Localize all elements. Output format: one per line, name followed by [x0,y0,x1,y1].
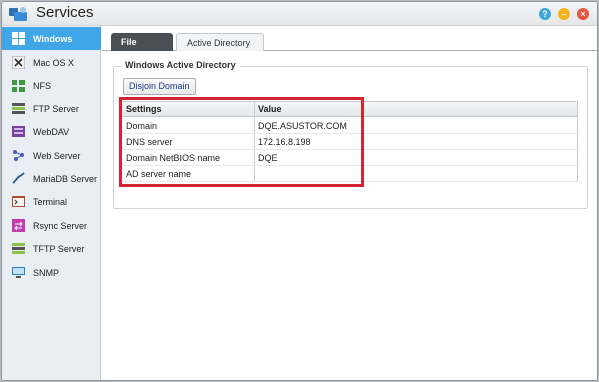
help-button[interactable]: ? [539,8,551,20]
sidebar-item-terminal[interactable]: Terminal [2,190,101,213]
minimize-button[interactable]: – [558,8,570,20]
cell-setting: Domain [126,121,158,131]
sidebar-item-label: Mac OS X [33,57,75,68]
sidebar-item-label: NFS [33,80,51,91]
windows-active-directory-group: Windows Active Directory Disjoin Domain … [113,60,588,209]
ftp-server-icon [11,102,25,116]
sidebar-item-ftp-server[interactable]: FTP Server [2,97,101,120]
sidebar-item-mariadb-server[interactable]: MariaDB Server [2,167,101,190]
cell-setting: Domain NetBIOS name [126,153,221,163]
cell-value: DQE [258,153,278,163]
column-header-settings[interactable]: Settings [126,104,162,114]
ad-settings-table: Settings Value Domain DQE.ASUSTOR.COM DN… [121,101,578,182]
sidebar-item-windows[interactable]: Windows [2,27,101,50]
close-button[interactable]: × [577,8,589,20]
sidebar-item-label: Rsync Server [33,220,88,231]
mariadb-server-icon [11,172,25,186]
sidebar-item-label: Terminal [33,196,68,207]
cell-setting: AD server name [126,169,192,179]
sidebar-item-snmp[interactable]: SNMP [2,261,101,284]
group-legend: Windows Active Directory [121,60,240,70]
sidebar-item-web-server[interactable]: Web Server [2,144,101,167]
webdav-icon [11,125,25,139]
table-row[interactable]: Domain NetBIOS name DQE [122,150,577,166]
tab-file-service[interactable]: File Service [111,33,173,65]
sidebar-item-mac-os-x[interactable]: Mac OS X [2,51,101,74]
sidebar-item-tftp-server[interactable]: TFTP Server [2,237,101,260]
sidebar-item-label: SNMP [33,267,60,278]
terminal-icon [11,195,25,209]
sidebar-item-label: Web Server [33,150,81,161]
tab-bar: File Service Active Directory [102,26,597,65]
rsync-server-icon [11,219,25,233]
cell-value: DQE.ASUSTOR.COM [258,121,347,131]
sidebar-item-label: MariaDB Server [33,173,98,184]
sidebar-item-label: TFTP Server [33,243,85,254]
sidebar-item-label: WebDAV [33,126,70,137]
cell-setting: DNS server [126,137,173,147]
sidebar-item-label: Windows [33,33,73,44]
sidebar-item-webdav[interactable]: WebDAV [2,120,101,143]
title-bar: Services ? – × [2,2,597,26]
web-server-icon [11,149,25,163]
windows-icon [11,32,25,46]
cell-value: 172.16.8.198 [258,137,311,147]
services-app-icon [8,5,30,23]
sidebar: Windows Mac OS X NFS FTP Server WebDAV W… [2,26,101,380]
nfs-icon [11,79,25,93]
table-row[interactable]: Domain DQE.ASUSTOR.COM [122,118,577,134]
sidebar-item-nfs[interactable]: NFS [2,74,101,97]
disjoin-domain-button[interactable]: Disjoin Domain [123,78,196,95]
tab-active-directory[interactable]: Active Directory [176,33,264,51]
sidebar-item-label: FTP Server [33,103,79,114]
table-row[interactable]: AD server name [122,166,577,182]
table-header: Settings Value [122,102,577,117]
main-content: File Service Active Directory Windows Ac… [102,26,597,380]
sidebar-item-rsync-server[interactable]: Rsync Server [2,214,101,237]
services-window: Services ? – × Windows Mac OS X NFS FTP … [1,1,598,381]
column-header-value[interactable]: Value [258,104,282,114]
window-title: Services [36,4,94,21]
snmp-icon [11,266,25,280]
tftp-server-icon [11,242,25,256]
mac-os-x-icon [11,56,25,70]
table-row[interactable]: DNS server 172.16.8.198 [122,134,577,150]
